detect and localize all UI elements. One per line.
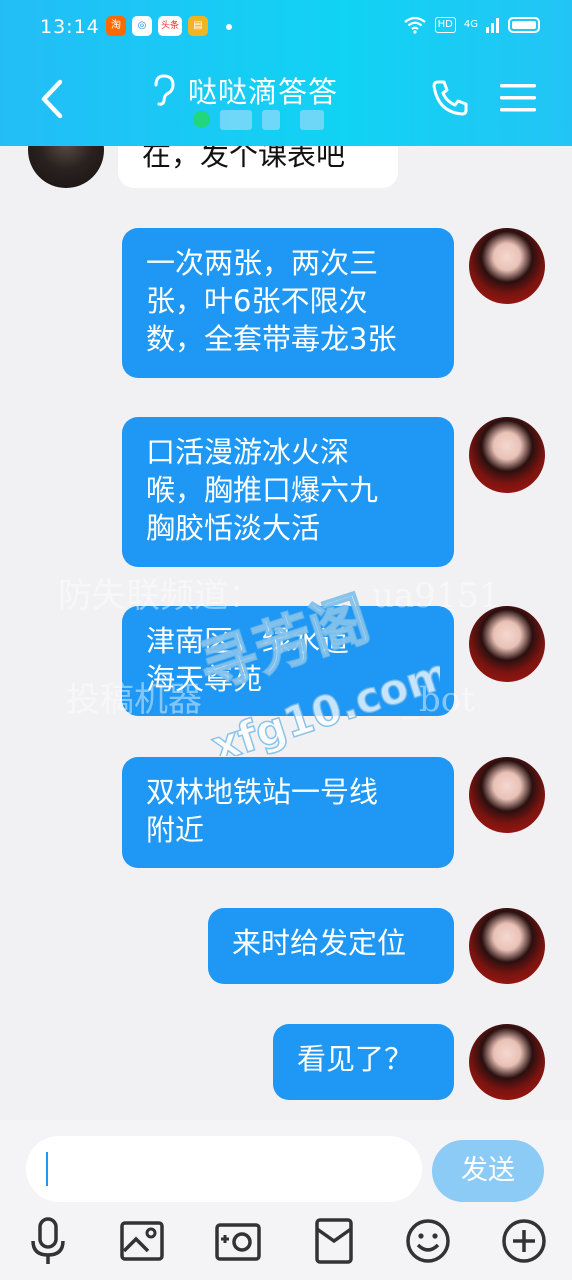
send-button[interactable]: 发送 — [432, 1140, 544, 1202]
message-bubble-outgoing[interactable]: 双林地铁站一号线 附近 — [122, 757, 454, 868]
chat-title: 哒哒滴答答 — [188, 75, 339, 109]
ear-icon — [154, 74, 175, 106]
message-bubble-outgoing[interactable]: 口活漫游冰火深 喉，胸推口爆六九 胸胶恬淡大活 — [122, 417, 454, 567]
message-list[interactable]: 在，发个课表吧 一次两张，两次三 张，叶6张不限次 数，全套带毒龙3张 口活漫游… — [0, 146, 572, 1120]
contact-avatar[interactable] — [28, 146, 104, 188]
self-avatar[interactable] — [469, 228, 545, 304]
network-label: 4G — [463, 19, 478, 30]
self-avatar[interactable] — [469, 757, 545, 833]
self-avatar[interactable] — [469, 908, 545, 984]
plus-icon[interactable] — [500, 1215, 548, 1267]
blurred-block — [300, 110, 324, 130]
message-bubble-incoming[interactable]: 在，发个课表吧 — [118, 146, 398, 188]
red-packet-icon[interactable] — [310, 1215, 358, 1267]
status-right: HD 4G — [403, 16, 540, 34]
toutiao-icon: 头条 — [158, 16, 182, 36]
wifi-icon — [403, 16, 426, 34]
music-icon: ◎ — [132, 16, 152, 36]
site-watermark-logo: 寻芳阁 xfg10.com — [190, 583, 440, 756]
camera-icon[interactable] — [214, 1215, 262, 1267]
online-status-dot — [193, 111, 210, 128]
taobao-icon: 淘 — [106, 16, 126, 36]
message-bubble-outgoing[interactable]: 看见了？ — [273, 1024, 454, 1100]
notification-dot — [226, 24, 232, 30]
self-avatar[interactable] — [469, 1024, 545, 1100]
signal-icon — [486, 18, 499, 33]
note-icon: ▤ — [188, 16, 208, 36]
blurred-block — [262, 110, 280, 130]
hd-badge: HD — [434, 17, 456, 33]
battery-icon — [508, 17, 540, 33]
self-avatar[interactable] — [469, 606, 545, 682]
microphone-icon[interactable] — [24, 1215, 72, 1267]
menu-icon[interactable] — [500, 80, 536, 116]
message-bubble-outgoing[interactable]: 来时给发定位 — [208, 908, 454, 984]
emoji-icon[interactable] — [404, 1215, 452, 1267]
watermark-text: 投稿机器 — [66, 680, 202, 720]
text-caret — [46, 1152, 48, 1186]
status-bar: 13:14 淘 ◎ 头条 ▤ HD 4G — [0, 8, 572, 44]
chat-title-group[interactable]: 哒哒滴答答 — [148, 70, 338, 110]
message-bubble-outgoing[interactable]: 一次两张，两次三 张，叶6张不限次 数，全套带毒龙3张 — [122, 228, 454, 378]
image-icon[interactable] — [118, 1215, 166, 1267]
status-time: 13:14 — [40, 16, 100, 38]
blurred-block — [220, 110, 252, 130]
phone-call-icon[interactable] — [430, 78, 470, 118]
message-input[interactable] — [26, 1136, 422, 1202]
chat-header: 13:14 淘 ◎ 头条 ▤ HD 4G 哒哒滴答答 — [0, 0, 572, 146]
back-arrow-icon[interactable] — [34, 74, 74, 124]
self-avatar[interactable] — [469, 417, 545, 493]
